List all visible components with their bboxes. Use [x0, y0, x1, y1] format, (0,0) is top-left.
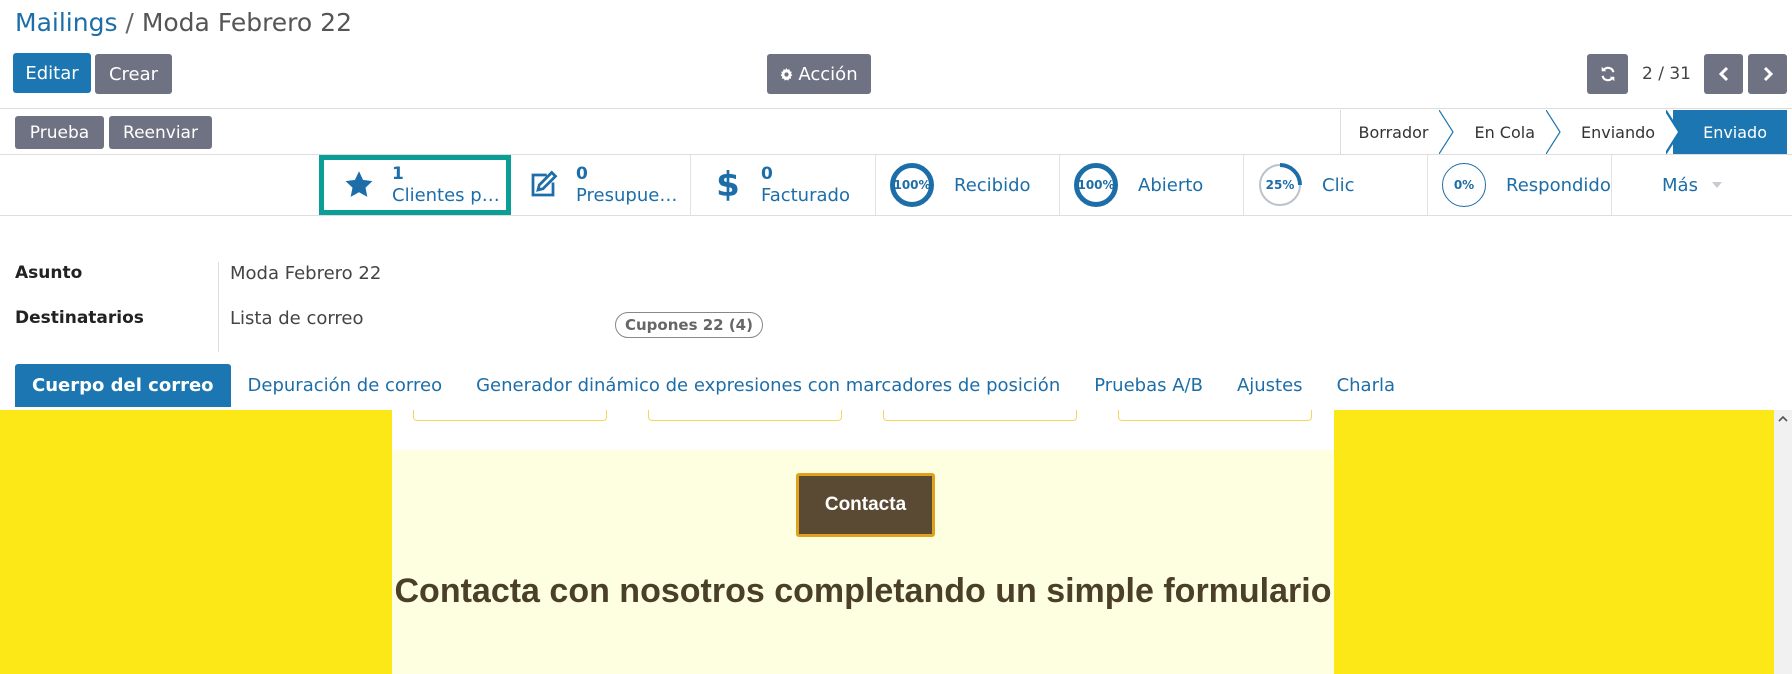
email-headline: Contacta con nosotros completando un sim… — [394, 572, 1332, 610]
quotations-count: 0 — [576, 164, 588, 184]
breadcrumb-mailings-link[interactable]: Mailings — [15, 8, 117, 37]
invoiced-count: 0 — [761, 164, 773, 184]
action-label: Acción — [798, 63, 858, 85]
clicked-label: Clic — [1322, 174, 1355, 196]
breadcrumb-separator: / — [125, 8, 134, 37]
quotations-smart-button[interactable]: 0 Presupuestos — [512, 155, 690, 215]
tab-chatter[interactable]: Charla — [1320, 364, 1412, 407]
opened-label: Abierto — [1138, 174, 1204, 196]
stage-arrow — [1439, 110, 1455, 154]
replied-progress-ring: 0% — [1442, 163, 1486, 207]
notebook-tabs: Cuerpo del correo Depuración de correo G… — [15, 364, 1412, 407]
dollar-icon: $ — [716, 165, 740, 205]
smart-buttons-divider — [0, 215, 1792, 216]
status-stage-label: Borrador — [1358, 122, 1429, 142]
email-card — [1118, 410, 1312, 421]
replied-smart-button[interactable]: 0% Respondido — [1427, 155, 1611, 215]
invoiced-label: Facturado — [761, 185, 850, 206]
tab-ab-testing[interactable]: Pruebas A/B — [1077, 364, 1220, 407]
recipients-label: Destinatarios — [15, 308, 144, 328]
received-label: Recibido — [954, 174, 1031, 196]
email-sheet: Contacta Contacta con nosotros completan… — [392, 410, 1334, 674]
pager-value[interactable]: 2 / 31 — [1642, 64, 1691, 84]
tab-mail-body[interactable]: Cuerpo del correo — [15, 364, 231, 407]
subject-field[interactable]: Moda Febrero 22 — [230, 263, 381, 284]
smart-buttons: 1 Clientes potenciales 0 Presupuestos $ … — [0, 155, 1792, 215]
status-stage-sending[interactable]: Enviando — [1553, 110, 1681, 154]
gear-icon — [781, 67, 793, 81]
pager-previous-button[interactable] — [1704, 54, 1743, 94]
edit-button[interactable]: Editar — [13, 53, 91, 93]
refresh-icon — [1601, 66, 1614, 82]
chevron-left-icon — [1718, 66, 1728, 82]
breadcrumb-current: Moda Febrero 22 — [141, 8, 352, 37]
status-bar: Borrador En Cola Enviando Enviado — [1339, 110, 1787, 154]
status-stage-label: Enviando — [1581, 122, 1656, 142]
refresh-button[interactable] — [1587, 54, 1628, 94]
more-label: Más — [1662, 174, 1698, 196]
caret-down-icon — [1711, 182, 1722, 188]
edit-icon — [524, 166, 562, 204]
opened-progress-ring: 100% — [1074, 163, 1118, 207]
status-stage-label: En Cola — [1474, 122, 1536, 142]
replied-label: Respondido — [1506, 174, 1611, 196]
create-button[interactable]: Crear — [95, 54, 172, 94]
status-stage-sent: Enviado — [1673, 110, 1787, 154]
test-button[interactable]: Prueba — [15, 116, 104, 149]
highlight-frame — [319, 155, 511, 215]
email-cards-section — [392, 410, 1334, 450]
breadcrumb: Mailings / Moda Febrero 22 — [15, 8, 352, 37]
received-smart-button[interactable]: 100% Recibido — [875, 155, 1059, 215]
opened-smart-button[interactable]: 100% Abierto — [1059, 155, 1243, 215]
email-card — [883, 410, 1077, 421]
email-card — [413, 410, 607, 421]
clicked-progress-ring: 25% — [1258, 163, 1302, 207]
stage-arrow — [1666, 110, 1681, 154]
more-smart-button[interactable]: Más — [1611, 155, 1792, 215]
chevron-right-icon — [1763, 66, 1773, 82]
mailing-list-tag[interactable]: Cupones 22 (4) — [615, 312, 763, 338]
email-body-editor[interactable]: Contacta Contacta con nosotros completan… — [0, 410, 1774, 674]
subject-label: Asunto — [15, 263, 83, 283]
clicked-smart-button[interactable]: 25% Clic — [1243, 155, 1427, 215]
contact-button[interactable]: Contacta — [796, 473, 935, 537]
stage-arrow — [1546, 110, 1561, 154]
resend-button[interactable]: Reenviar — [109, 116, 212, 149]
action-button[interactable]: Acción — [767, 54, 871, 94]
tab-mail-debug[interactable]: Depuración de correo — [231, 364, 460, 407]
recipients-field[interactable]: Lista de correo — [230, 308, 364, 329]
pager-next-button[interactable] — [1748, 54, 1787, 94]
status-stage-draft[interactable]: Borrador — [1339, 110, 1455, 154]
clicked-percent: 25% — [1265, 178, 1295, 192]
invoiced-smart-button[interactable]: $ 0 Facturado — [690, 155, 875, 215]
field-separator — [218, 262, 219, 352]
tab-settings[interactable]: Ajustes — [1220, 364, 1320, 407]
scroll-up-icon[interactable] — [1778, 414, 1788, 424]
editor-scrollbar[interactable] — [1774, 410, 1792, 674]
tab-dynamic-placeholder[interactable]: Generador dinámico de expresiones con ma… — [459, 364, 1077, 407]
quotations-label: Presupuestos — [576, 185, 686, 206]
email-card — [648, 410, 842, 421]
control-panel-divider — [0, 108, 1792, 109]
received-progress-ring: 100% — [890, 163, 934, 207]
status-stage-queue[interactable]: En Cola — [1446, 110, 1561, 154]
status-stage-label: Enviado — [1703, 122, 1767, 142]
